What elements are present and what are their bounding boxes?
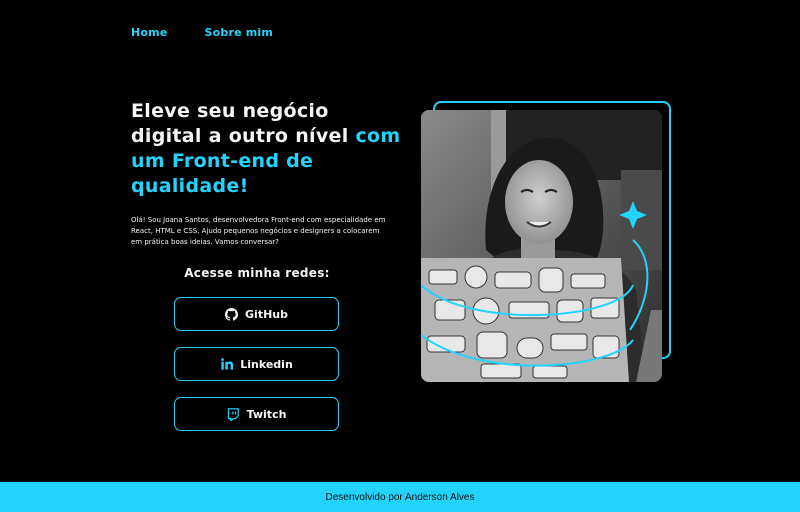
nav-home-link[interactable]: Home <box>131 26 168 39</box>
nav-about-link[interactable]: Sobre mim <box>205 26 274 39</box>
bio-text: Olá! Sou Joana Santos, desenvolvedora Fr… <box>131 216 386 246</box>
hero-headline: Eleve seu negócio digital a outro nível … <box>131 99 401 199</box>
page: Home Sobre mim Eleve seu negócio digital… <box>0 0 800 512</box>
footer: Desenvolvido por Anderson Alves <box>0 482 800 512</box>
profile-photo <box>421 110 662 382</box>
github-button[interactable]: GitHub <box>174 297 339 331</box>
social-section-title: Acesse minha redes: <box>184 266 330 280</box>
linkedin-label: Linkedin <box>240 357 293 371</box>
linkedin-button[interactable]: Linkedin <box>174 347 339 381</box>
decorative-ring <box>420 201 649 367</box>
linkedin-icon <box>220 358 233 371</box>
footer-credit: Desenvolvido por Anderson Alves <box>325 491 475 503</box>
twitch-label: Twitch <box>246 407 287 421</box>
github-icon <box>225 307 239 321</box>
twitch-button[interactable]: Twitch <box>174 397 339 431</box>
headline-text: Eleve seu negócio digital a outro nível <box>131 100 356 147</box>
github-label: GitHub <box>245 307 288 321</box>
twitch-icon <box>227 407 240 421</box>
top-nav: Home Sobre mim <box>131 26 273 39</box>
